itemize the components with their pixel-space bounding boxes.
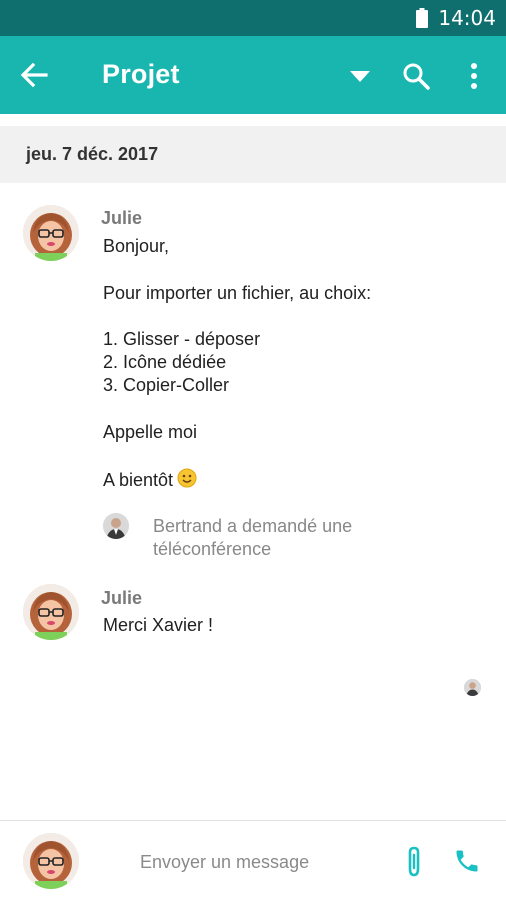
attach-button[interactable] xyxy=(402,845,426,879)
battery-icon xyxy=(416,8,429,28)
back-arrow-icon xyxy=(20,62,48,88)
dropdown-triangle-icon xyxy=(350,71,370,82)
message-text: 3. Copier-Coller xyxy=(103,375,230,395)
message-text: Appelle moi xyxy=(103,422,198,442)
phone-icon xyxy=(456,850,478,872)
search-icon xyxy=(403,63,430,90)
message-text: 2. Icône dédiée xyxy=(103,352,227,372)
sender-name: Julie xyxy=(101,588,143,608)
message-text: Merci Xavier ! xyxy=(103,615,214,635)
message-text-line: A bientôt xyxy=(103,468,197,493)
date-separator: jeu. 7 déc. 2017 xyxy=(0,126,506,183)
paperclip-icon xyxy=(408,846,420,877)
status-bar: 14:04 xyxy=(0,0,506,36)
conversation-title: Projet xyxy=(102,59,180,89)
avatar[interactable] xyxy=(23,205,79,261)
message-text: 1. Glisser - déposer xyxy=(103,329,261,349)
avatar[interactable] xyxy=(23,584,79,640)
sender-name: Julie xyxy=(101,208,143,228)
message-composer xyxy=(0,820,506,900)
chat-screen: 14:04 Projet jeu. 7 déc. 2017 Julie Bonj… xyxy=(0,0,506,900)
status-time: 14:04 xyxy=(438,6,496,30)
avatar[interactable] xyxy=(23,833,79,889)
call-button[interactable] xyxy=(453,847,481,875)
message-text: A bientôt xyxy=(103,470,174,490)
search-button[interactable] xyxy=(402,62,430,90)
more-vert-icon xyxy=(471,63,477,89)
back-button[interactable] xyxy=(20,62,50,88)
smiling-face-emoji-icon xyxy=(177,468,197,493)
message-text: Bonjour, xyxy=(103,236,170,256)
avatar[interactable] xyxy=(103,513,129,539)
dropdown-button[interactable] xyxy=(348,68,372,84)
message-input[interactable] xyxy=(140,847,380,877)
more-options-button[interactable] xyxy=(466,62,482,90)
teleconference-request-notice: Bertrand a demandé une téléconférence xyxy=(153,516,353,559)
message-text: Pour importer un fichier, au choix: xyxy=(103,283,372,303)
app-bar: Projet xyxy=(0,36,506,114)
read-receipt-avatar xyxy=(464,679,481,696)
